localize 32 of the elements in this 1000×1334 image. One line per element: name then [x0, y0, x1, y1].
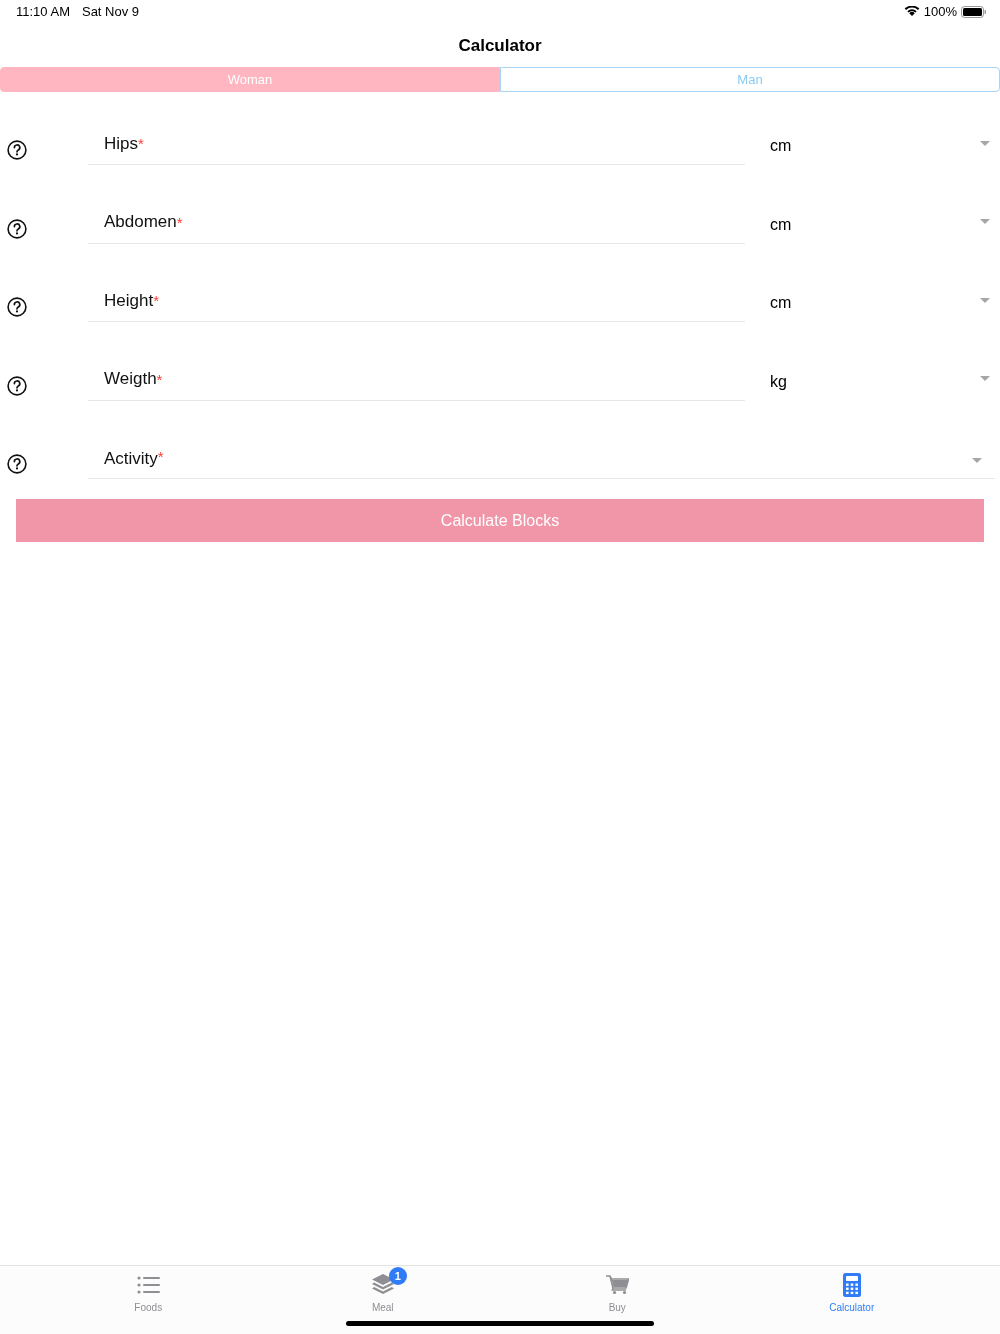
help-icon[interactable]: [7, 297, 27, 317]
caret-icon: [980, 140, 990, 146]
caret-icon: [980, 376, 990, 381]
layers-icon: [370, 1273, 395, 1295]
input-field[interactable]: Hips*: [88, 123, 745, 165]
battery-percent: 100%: [923, 3, 957, 22]
screen-title: Calculator: [458, 34, 542, 57]
select-field[interactable]: Activity*: [88, 439, 995, 479]
help-icon[interactable]: [7, 454, 27, 474]
calculator-icon: [842, 1273, 861, 1297]
caret-icon: [980, 297, 990, 303]
caret-icon: [980, 219, 990, 224]
wifi-icon: [903, 6, 920, 18]
input-field[interactable]: Height*: [88, 280, 745, 322]
tab-bar-item[interactable]: 1 Meal: [265, 1266, 500, 1321]
unit-dropdown[interactable]: cm: [745, 284, 1000, 322]
notification-badge: 1: [388, 1267, 407, 1285]
help-icon[interactable]: [7, 375, 27, 396]
unit-dropdown[interactable]: kg: [745, 362, 1000, 401]
unit-dropdown[interactable]: cm: [745, 205, 1000, 244]
input-field[interactable]: Weigth*: [88, 358, 745, 401]
caret-icon: [972, 458, 982, 463]
cart-icon: [605, 1274, 630, 1295]
unit-dropdown[interactable]: cm: [745, 127, 1000, 165]
list-icon: [136, 1275, 160, 1295]
tab-bar-item[interactable]: Calculator: [734, 1266, 969, 1321]
input-field[interactable]: Abdomen*: [88, 201, 745, 244]
help-icon[interactable]: [7, 140, 27, 160]
help-icon[interactable]: [7, 218, 27, 239]
battery-icon: [961, 6, 986, 18]
status-time: 11:10 AM: [16, 3, 70, 22]
status-date: Sat Nov 9: [81, 3, 140, 22]
